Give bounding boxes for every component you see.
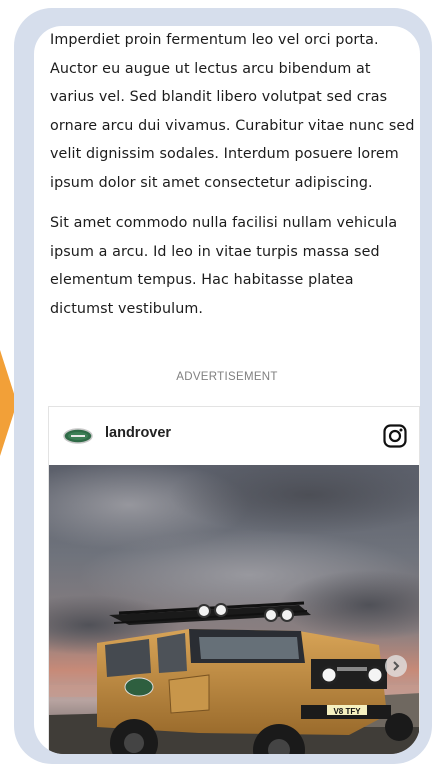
license-plate-text: V8 TFY (333, 707, 361, 716)
article-paragraph-1: Imperdiet proin fermentum leo vel orci p… (50, 32, 415, 191)
instagram-icon[interactable] (383, 424, 407, 448)
article-paragraph-2: Sit amet commodo nulla facilisi nullam v… (50, 215, 398, 317)
instagram-embed[interactable]: landrover V8 TFY (48, 406, 420, 754)
article-body: Imperdiet proin fermentum leo vel orci p… (50, 26, 415, 323)
land-rover-logo-icon[interactable] (63, 428, 93, 444)
next-image-button[interactable] (385, 655, 407, 677)
instagram-embed-header: landrover (49, 407, 419, 465)
advertisement-label: ADVERTISEMENT (176, 371, 278, 383)
instagram-post-image[interactable]: V8 TFY (49, 465, 419, 754)
chevron-right-icon (393, 661, 400, 671)
landrover-defender-photo: V8 TFY (49, 465, 419, 754)
instagram-username[interactable]: landrover (105, 425, 171, 441)
phone-screen: Imperdiet proin fermentum leo vel orci p… (34, 26, 420, 754)
